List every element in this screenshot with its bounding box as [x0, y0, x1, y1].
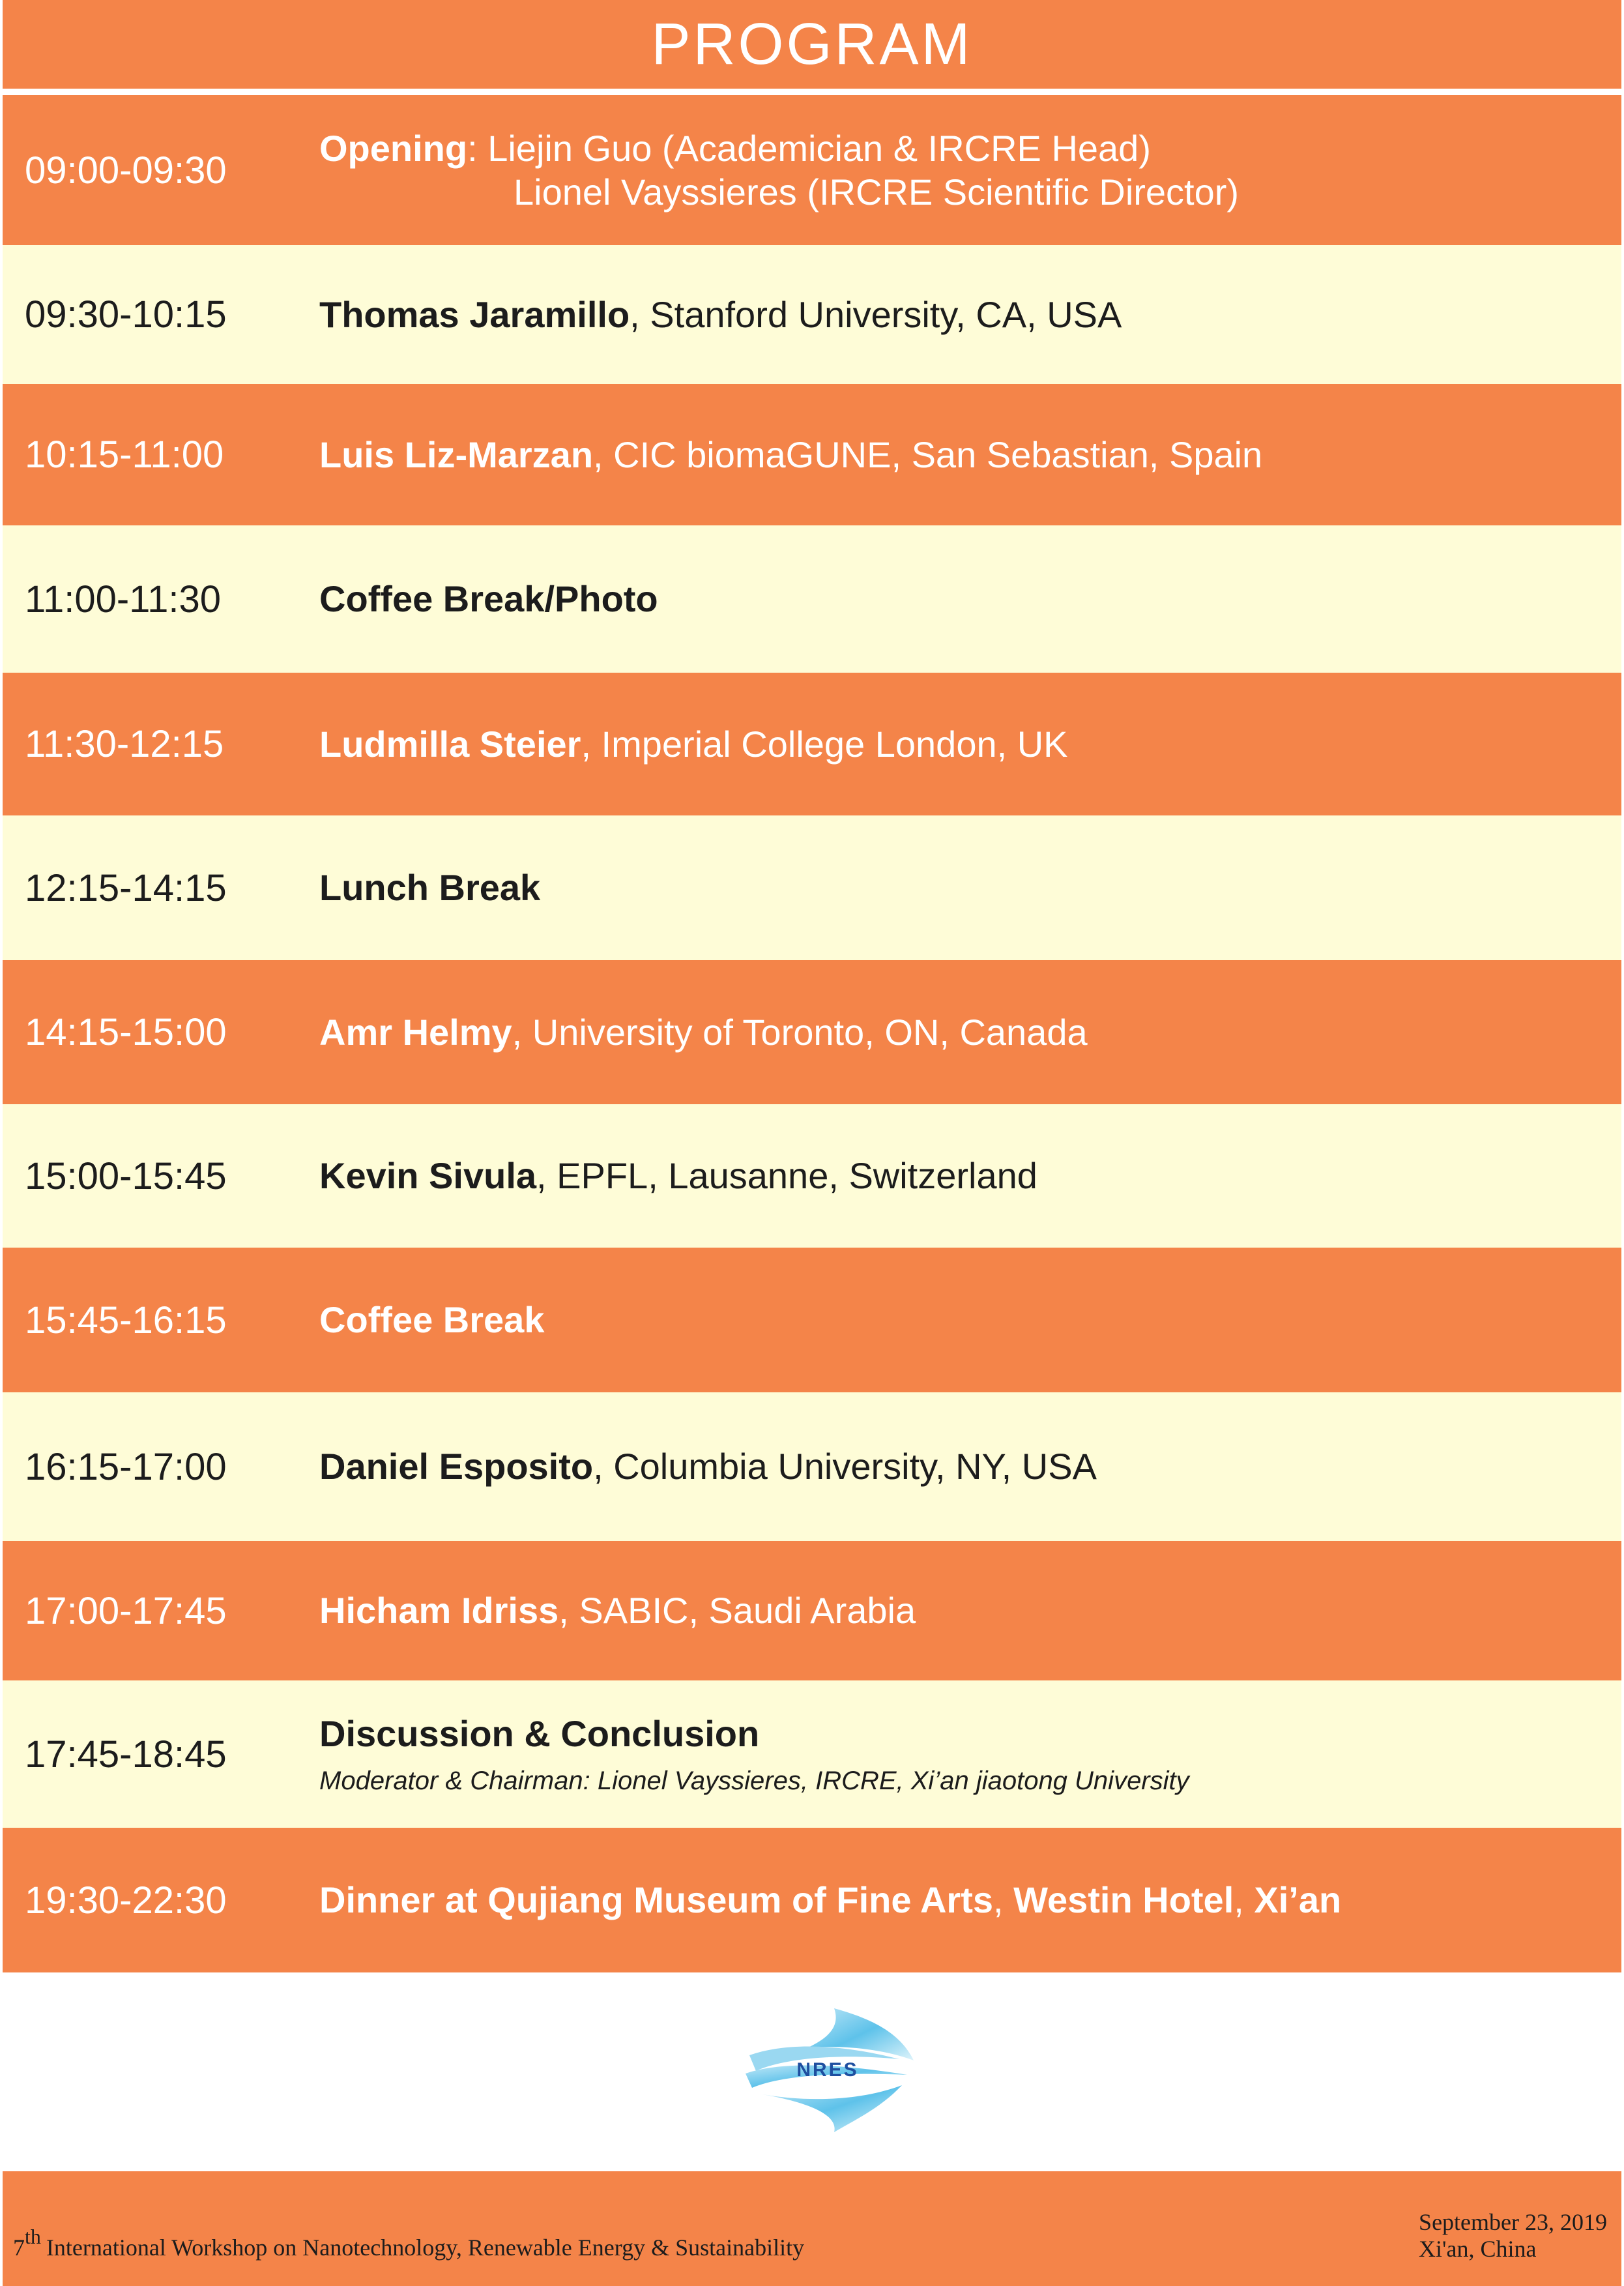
row-time: 16:15-17:00 — [25, 1445, 227, 1488]
row-time: 11:30-12:15 — [25, 723, 224, 765]
row-venue: Westin Hotel — [1013, 1879, 1234, 1921]
page-title: PROGRAM — [651, 11, 973, 77]
row-detail: , Columbia University, NY, USA — [593, 1446, 1097, 1487]
row-time: 10:15-11:00 — [25, 433, 224, 476]
event-info: September 23, 2019 Xi'an, China — [1419, 2209, 1607, 2263]
row-time: 12:15-14:15 — [25, 866, 227, 909]
schedule-row: 09:30-10:15 Thomas Jaramillo, Stanford U… — [3, 245, 1621, 384]
row-time: 09:00-09:30 — [25, 149, 227, 192]
row-title: Amr Helmy — [319, 1011, 512, 1053]
event-location: Xi'an, China — [1419, 2236, 1537, 2263]
row-content: Discussion & Conclusion Moderator & Chai… — [319, 1712, 1595, 1796]
schedule-row: 16:15-17:00 Daniel Esposito, Columbia Un… — [3, 1392, 1621, 1541]
row-title: Thomas Jaramillo — [319, 293, 630, 335]
row-content: Luis Liz-Marzan, CIC biomaGUNE, San Seba… — [319, 433, 1595, 476]
row-detail-line2: Lionel Vayssieres (IRCRE Scientific Dire… — [514, 171, 1240, 212]
schedule-row-opening: 09:00-09:30 Opening: Liejin Guo (Academi… — [3, 95, 1621, 245]
row-title: Luis Liz-Marzan — [319, 433, 594, 475]
row-title: Ludmilla Steier — [319, 723, 581, 765]
schedule-row: 15:45-16:15 Coffee Break — [3, 1248, 1621, 1392]
row-title: Hicham Idriss — [319, 1590, 559, 1632]
row-content: Hicham Idriss, SABIC, Saudi Arabia — [319, 1589, 1595, 1632]
row-content: Thomas Jaramillo, Stanford University, C… — [319, 293, 1595, 336]
row-city: Xi’an — [1254, 1879, 1342, 1921]
row-detail: , CIC biomaGUNE, San Sebastian, Spain — [593, 433, 1263, 475]
nres-logo: NRES — [736, 2004, 919, 2135]
row-content: Coffee Break — [319, 1298, 1595, 1341]
row-detail: , SABIC, Saudi Arabia — [558, 1590, 916, 1632]
schedule-row-discussion: 17:45-18:45 Discussion & Conclusion Mode… — [3, 1680, 1621, 1828]
row-content: Amr Helmy, University of Toronto, ON, Ca… — [319, 1010, 1595, 1054]
row-time: 15:00-15:45 — [25, 1154, 227, 1197]
row-detail: , Imperial College London, UK — [581, 723, 1068, 765]
logo-text: NRES — [796, 2059, 858, 2081]
row-title: Coffee Break — [319, 1299, 545, 1341]
footer: 7th International Workshop on Nanotechnol… — [3, 2171, 1621, 2286]
row-content: Coffee Break/Photo — [319, 577, 1595, 621]
row-content: Lunch Break — [319, 866, 1595, 909]
row-title: Daniel Esposito — [319, 1446, 594, 1487]
row-time: 19:30-22:30 — [25, 1879, 227, 1922]
row-separator: , — [1234, 1879, 1254, 1921]
workshop-name: 7th International Workshop on Nanotechnol… — [13, 2225, 804, 2261]
schedule-row: 11:00-11:30 Coffee Break/Photo — [3, 525, 1621, 673]
row-content: Opening: Liejin Guo (Academician & IRCRE… — [319, 126, 1595, 214]
row-time: 17:00-17:45 — [25, 1589, 227, 1632]
nres-logo-graphic: NRES — [746, 2008, 914, 2132]
schedule-row: 17:00-17:45 Hicham Idriss, SABIC, Saudi … — [3, 1541, 1621, 1680]
row-content: Dinner at Qujiang Museum of Fine Arts, W… — [319, 1878, 1595, 1922]
workshop-title: International Workshop on Nanotechnology… — [46, 2235, 805, 2261]
row-title: Opening — [319, 127, 468, 169]
row-detail: , — [993, 1879, 1014, 1921]
row-time: 17:45-18:45 — [25, 1733, 227, 1776]
row-title: Coffee Break/Photo — [319, 578, 658, 620]
row-detail: , University of Toronto, ON, Canada — [512, 1011, 1088, 1053]
row-detail: , EPFL, Lausanne, Switzerland — [536, 1155, 1037, 1197]
program-header: PROGRAM — [3, 0, 1621, 89]
header-divider — [0, 89, 1624, 95]
event-date: September 23, 2019 — [1419, 2209, 1607, 2235]
schedule-row: 14:15-15:00 Amr Helmy, University of Tor… — [3, 960, 1621, 1104]
schedule-row-dinner: 19:30-22:30 Dinner at Qujiang Museum of … — [3, 1828, 1621, 1972]
row-title: Lunch Break — [319, 867, 541, 909]
row-time: 09:30-10:15 — [25, 293, 227, 336]
row-title: Dinner at Qujiang Museum of Fine Arts — [319, 1879, 994, 1921]
row-title: Kevin Sivula — [319, 1155, 537, 1197]
row-detail: : Liejin Guo (Academician & IRCRE Head) — [467, 127, 1151, 169]
ordinal-number: 7 — [13, 2235, 25, 2261]
row-time: 11:00-11:30 — [25, 578, 221, 621]
row-moderator: Moderator & Chairman: Lionel Vayssieres,… — [319, 1766, 1189, 1795]
row-time: 14:15-15:00 — [25, 1011, 227, 1053]
schedule-row: 15:00-15:45 Kevin Sivula, EPFL, Lausanne… — [3, 1104, 1621, 1248]
schedule-row: 11:30-12:15 Ludmilla Steier, Imperial Co… — [3, 673, 1621, 815]
row-time: 15:45-16:15 — [25, 1298, 227, 1341]
row-title: Discussion & Conclusion — [319, 1713, 760, 1755]
ordinal-suffix: th — [25, 2225, 41, 2248]
row-content: Daniel Esposito, Columbia University, NY… — [319, 1444, 1595, 1488]
row-detail: , Stanford University, CA, USA — [630, 293, 1122, 335]
schedule-row: 10:15-11:00 Luis Liz-Marzan, CIC biomaGU… — [3, 384, 1621, 525]
schedule-row: 12:15-14:15 Lunch Break — [3, 815, 1621, 960]
row-content: Ludmilla Steier, Imperial College London… — [319, 722, 1595, 766]
row-content: Kevin Sivula, EPFL, Lausanne, Switzerlan… — [319, 1154, 1595, 1197]
